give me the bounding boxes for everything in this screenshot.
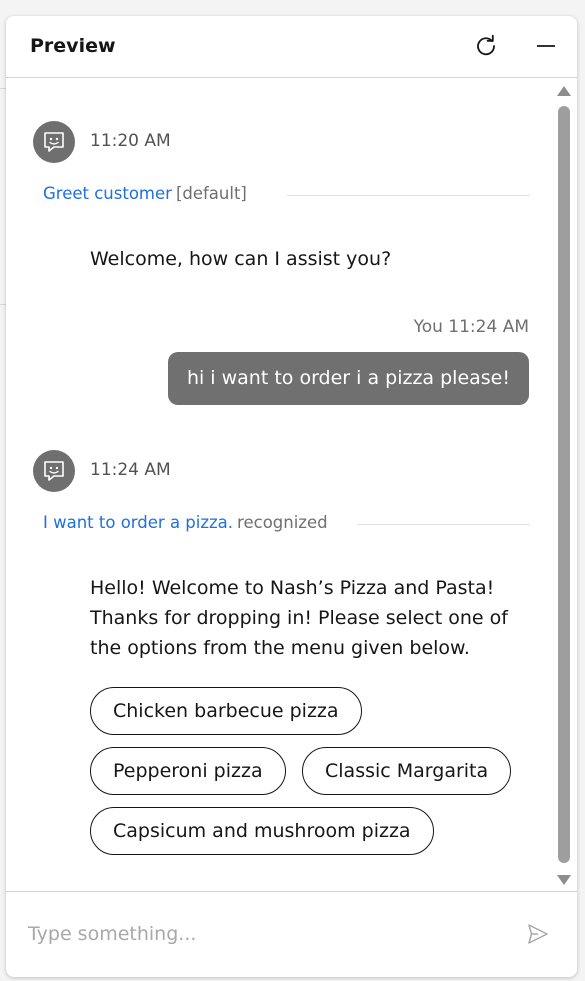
option-button[interactable]: Chicken barbecue pizza xyxy=(90,687,362,735)
chat-bot-icon xyxy=(44,132,64,152)
user-message-bubble: hi i want to order i a pizza please! xyxy=(167,352,529,405)
composer xyxy=(6,891,577,977)
scroll-up-arrow-icon[interactable] xyxy=(557,86,571,96)
bot-avatar xyxy=(33,121,75,163)
refresh-button[interactable] xyxy=(473,33,499,59)
user-message-timestamp: You 11:24 AM xyxy=(413,317,529,337)
refresh-icon xyxy=(477,34,495,56)
minimize-icon xyxy=(537,45,555,47)
intent-label: I want to order a pizza. recognized xyxy=(43,513,328,532)
intent-status: recognized xyxy=(237,513,328,532)
intent-divider xyxy=(287,195,530,196)
minimize-button[interactable] xyxy=(533,33,559,59)
message-timestamp: 11:20 AM xyxy=(90,131,171,151)
intent-link[interactable]: I want to order a pizza. xyxy=(43,513,233,532)
panel-title: Preview xyxy=(30,35,116,57)
option-button[interactable]: Pepperoni pizza xyxy=(90,747,286,795)
message-timestamp: 11:24 AM xyxy=(90,460,171,480)
chat-transcript[interactable]: 11:20 AM Greet customer [default] Welcome… xyxy=(6,78,577,891)
intent-label: Greet customer [default] xyxy=(43,184,247,203)
option-button[interactable]: Capsicum and mushroom pizza xyxy=(90,807,434,855)
intent-status: [default] xyxy=(175,184,247,203)
scrollbar-thumb[interactable] xyxy=(558,106,570,863)
option-button[interactable]: Classic Margarita xyxy=(302,747,512,795)
bot-message: Hello! Welcome to Nash’s Pizza and Pasta… xyxy=(90,577,508,659)
panel-header: Preview xyxy=(6,16,577,78)
chat-bot-icon xyxy=(44,461,64,481)
scroll-down-arrow-icon[interactable] xyxy=(557,875,571,885)
preview-panel: Preview 11:20 AM Greet customer [default… xyxy=(6,16,577,977)
message-input[interactable] xyxy=(28,918,508,950)
bot-message: Welcome, how can I assist you? xyxy=(90,248,392,270)
intent-link[interactable]: Greet customer xyxy=(43,184,172,203)
bot-avatar xyxy=(33,450,75,492)
intent-divider xyxy=(357,524,530,525)
send-icon[interactable] xyxy=(527,923,549,945)
